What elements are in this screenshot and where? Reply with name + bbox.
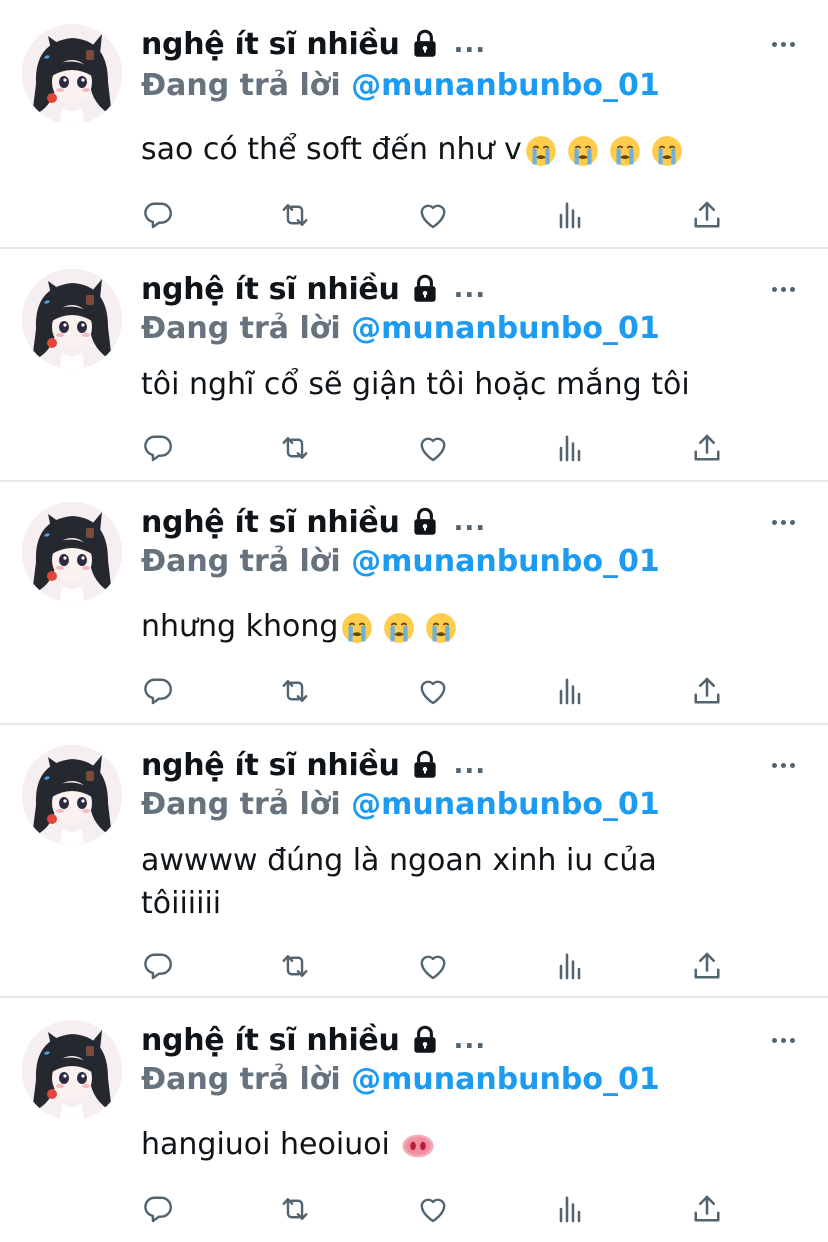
more-options-icon[interactable] [772,516,802,528]
tweet-text-content: sao có thể soft đến như v [141,132,522,167]
analytics-icon[interactable] [552,197,588,233]
tweet-text: sao có thể soft đến như v [141,128,781,171]
replying-to: Đang trả lời @munanbunbo_01 [141,68,660,103]
retweet-icon[interactable] [277,673,313,709]
analytics-icon[interactable] [552,673,588,709]
emoji-row [524,134,684,168]
tweet-text-content: awwww đúng là ngoan xinh iu của tôiiiiii [141,843,657,921]
lock-icon [408,27,442,61]
loudly-crying-face-emoji [524,134,558,168]
heart-icon[interactable] [415,673,451,709]
avatar[interactable] [22,745,122,845]
reply-prefix: Đang trả lời [141,311,341,346]
tweet[interactable]: nghệ ít sĩ nhiều ... Đang trả lời @munan… [0,725,828,997]
display-name[interactable]: nghệ ít sĩ nhiều [141,1023,400,1058]
name-row: nghệ ít sĩ nhiều ... [141,24,486,64]
tweet-text: tôi nghĩ cổ sẽ giận tôi hoặc mắng tôi [141,363,781,406]
reply-icon[interactable] [140,197,176,233]
share-icon[interactable] [689,1191,725,1227]
reply-handle-link[interactable]: @munanbunbo_01 [351,311,660,346]
lock-icon [408,748,442,782]
share-icon[interactable] [689,197,725,233]
reply-icon[interactable] [140,948,176,984]
avatar[interactable] [22,502,122,602]
avatar[interactable] [22,1020,122,1120]
avatar[interactable] [22,24,122,124]
heart-icon[interactable] [415,197,451,233]
heart-icon[interactable] [415,948,451,984]
retweet-icon[interactable] [277,197,313,233]
replying-to: Đang trả lời @munanbunbo_01 [141,311,660,346]
analytics-icon[interactable] [552,1191,588,1227]
loudly-crying-face-emoji [608,134,642,168]
more-options-icon[interactable] [772,1034,802,1046]
reply-icon[interactable] [140,673,176,709]
more-options-icon[interactable] [772,38,802,50]
tweet[interactable]: nghệ ít sĩ nhiều ... Đang trả lời @munan… [0,998,828,1242]
reply-prefix: Đang trả lời [141,544,341,579]
share-icon[interactable] [689,673,725,709]
reply-handle-link[interactable]: @munanbunbo_01 [351,787,660,822]
avatar[interactable] [22,269,122,369]
loudly-crying-face-emoji [382,611,416,645]
tweet-text: awwww đúng là ngoan xinh iu của tôiiiiii [141,839,731,925]
retweet-icon[interactable] [277,1191,313,1227]
tweet[interactable]: nghệ ít sĩ nhiều ... Đang trả lời @munan… [0,249,828,481]
tweet-text: hangiuoi heoiuoi [141,1123,781,1166]
name-row: nghệ ít sĩ nhiều ... [141,745,486,785]
tweet[interactable]: nghệ ít sĩ nhiều ... Đang trả lời @munan… [0,0,828,248]
lock-icon [408,1023,442,1057]
share-icon[interactable] [689,430,725,466]
reply-handle-link[interactable]: @munanbunbo_01 [351,1062,660,1097]
heart-icon[interactable] [415,430,451,466]
share-icon[interactable] [689,948,725,984]
ellipsis: ... [453,750,487,780]
ellipsis: ... [453,1025,487,1055]
ellipsis: ... [453,507,487,537]
reply-icon[interactable] [140,1191,176,1227]
analytics-icon[interactable] [552,948,588,984]
tweet-text-content: hangiuoi heoiuoi [141,1127,400,1162]
name-row: nghệ ít sĩ nhiều ... [141,269,486,309]
reply-prefix: Đang trả lời [141,787,341,822]
emoji-row [340,611,458,645]
tweet[interactable]: nghệ ít sĩ nhiều ... Đang trả lời @munan… [0,482,828,724]
tweet-text-content: tôi nghĩ cổ sẽ giận tôi hoặc mắng tôi [141,367,690,402]
reply-prefix: Đang trả lời [141,68,341,103]
loudly-crying-face-emoji [566,134,600,168]
replying-to: Đang trả lời @munanbunbo_01 [141,787,660,822]
reply-prefix: Đang trả lời [141,1062,341,1097]
more-options-icon[interactable] [772,759,802,771]
retweet-icon[interactable] [277,948,313,984]
reply-handle-link[interactable]: @munanbunbo_01 [351,68,660,103]
loudly-crying-face-emoji [340,611,374,645]
loudly-crying-face-emoji [424,611,458,645]
retweet-icon[interactable] [277,430,313,466]
name-row: nghệ ít sĩ nhiều ... [141,502,486,542]
name-row: nghệ ít sĩ nhiều ... [141,1020,486,1060]
display-name[interactable]: nghệ ít sĩ nhiều [141,748,400,783]
ellipsis: ... [453,29,487,59]
replying-to: Đang trả lời @munanbunbo_01 [141,544,660,579]
pig-nose-emoji [401,1129,435,1163]
emoji-row [401,1129,435,1163]
display-name[interactable]: nghệ ít sĩ nhiều [141,272,400,307]
tweet-text: nhưng khong [141,605,781,648]
ellipsis: ... [453,274,487,304]
reply-handle-link[interactable]: @munanbunbo_01 [351,544,660,579]
tweet-text-content: nhưng khong [141,609,339,644]
more-options-icon[interactable] [772,283,802,295]
analytics-icon[interactable] [552,430,588,466]
loudly-crying-face-emoji [650,134,684,168]
heart-icon[interactable] [415,1191,451,1227]
reply-icon[interactable] [140,430,176,466]
lock-icon [408,505,442,539]
display-name[interactable]: nghệ ít sĩ nhiều [141,27,400,62]
lock-icon [408,272,442,306]
display-name[interactable]: nghệ ít sĩ nhiều [141,505,400,540]
replying-to: Đang trả lời @munanbunbo_01 [141,1062,660,1097]
